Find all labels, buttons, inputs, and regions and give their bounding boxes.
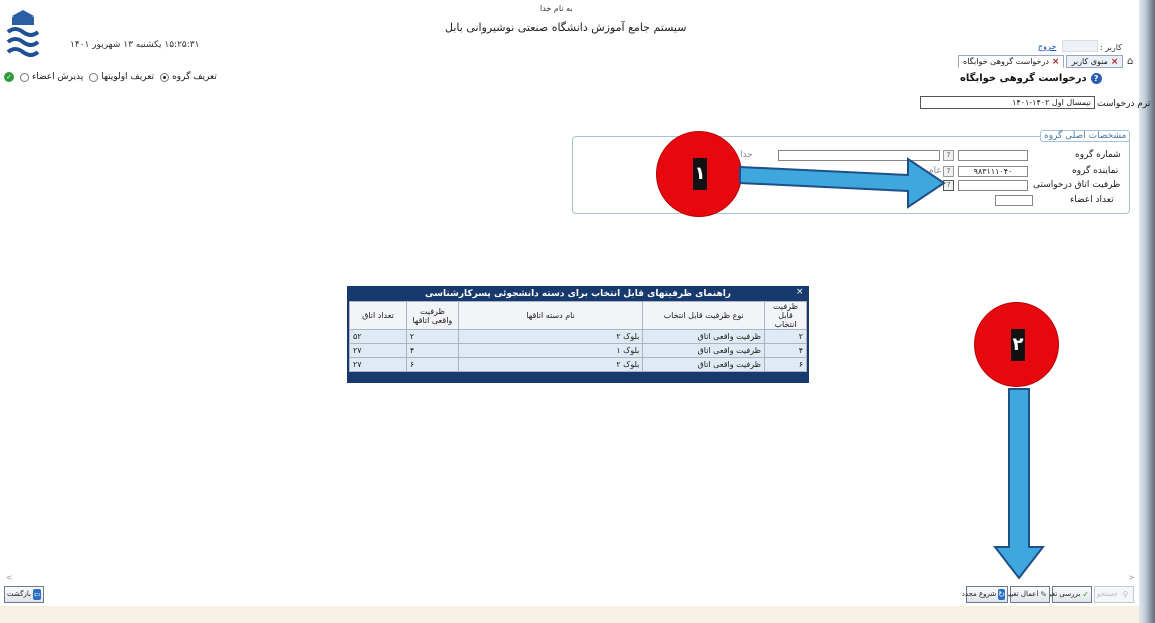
group-number-label: شماره گروه [1075,150,1121,160]
check-icon: ✓ [4,72,14,82]
status-bar [0,606,1139,623]
scroll-right-icon[interactable]: > [1128,573,1135,582]
datetime-text: ۱۵:۲۵:۳۱ یکشنبه ۱۳ شهریور ۱۴۰۱ [70,40,200,50]
table-cell: بلوک ۲ [457,329,644,344]
radio-icon[interactable] [20,72,29,82]
tab-dorm-group-request[interactable]: × درخواست گروهی خوابگاه [958,55,1065,68]
search-label: جستجو [1097,590,1118,598]
term-label: ترم درخواست [1097,99,1151,109]
radio-icon[interactable] [89,72,99,82]
search-button[interactable]: ⚲ جستجو [1094,586,1134,603]
step-label: تعریف اولویتها [101,72,155,82]
table-cell: ظرفیت واقعی اتاق [642,357,766,372]
step-define-group[interactable]: تعریف گروه [160,72,217,82]
step-label: تعریف گروه [172,72,217,82]
table-row[interactable]: ۲ ظرفیت واقعی اتاق بلوک ۲ ۲ ۵۲ [349,329,807,344]
tab-label: درخواست گروهی خوابگاه [963,57,1049,66]
column-header: نوع ظرفیت قابل انتخاب [642,301,766,330]
representative-input[interactable]: ۹۸۳۱۱۱۰۴۰ [958,166,1028,177]
arrow-right-icon [739,157,946,209]
pencil-icon: ✎ [1040,590,1047,599]
university-logo [6,10,40,57]
table-cell: ۲ [405,329,459,344]
table-cell: بلوک ۲ [457,357,644,372]
table-cell: ۲۷ [349,357,407,372]
table-cell: ۲۷ [349,343,407,358]
help-icon[interactable]: ? [1090,73,1102,84]
step-label: پذیرش اعضاء [32,72,84,82]
table-row[interactable]: ۶ ظرفیت واقعی اتاق بلوک ۲ ۶ ۲۷ [349,357,807,372]
marker-number: ۱ [693,158,707,190]
page-header: ? درخواست گروهی خوابگاه [960,73,1102,84]
column-header: ظرفیت واقعی اتاقها [405,301,459,330]
binoculars-icon: ⚲ [1122,590,1129,599]
wizard-steps: تعریف گروه تعریف اولویتها پذیرش اعضاء ✓ [4,72,217,82]
table-cell: ۶ [764,357,807,372]
capacity-label: ظرفیت اتاق درخواستی [1033,180,1121,190]
table-cell: ۴ [764,343,807,358]
tab-bar: × منوی کاربر × درخواست گروهی خوابگاه [958,55,1124,69]
table-cell: ظرفیت واقعی اتاق [642,343,766,358]
apply-changes-button[interactable]: ✎ اعمال تغییرات [997,586,1050,603]
system-title: سیستم جامع آموزش دانشگاه صنعتی نوشیروانی… [445,21,687,34]
restart-label: شروع مجدد [961,590,997,598]
user-name-box [1062,40,1098,52]
capacity-table: ظرفیت قابل انتخاب نوع ظرفیت قابل انتخاب … [349,301,807,372]
page-title: درخواست گروهی خوابگاه [960,73,1087,84]
table-cell: ۴ [405,343,459,358]
step-accept-members[interactable]: پذیرش اعضاء [20,72,83,82]
capacity-guide-popup: راهنمای ظرفیتهای قابل انتخاب برای دسته د… [347,286,809,383]
members-input[interactable] [995,195,1033,206]
restart-button[interactable]: ↻ شروع مجدد [962,586,1008,603]
arrow-down-icon [993,388,1045,580]
tab-user-menu[interactable]: × منوی کاربر [1066,55,1124,68]
group-number-input[interactable] [958,150,1028,161]
close-icon[interactable]: × [796,287,804,297]
refresh-icon: ↻ [998,589,1005,600]
table-cell: ۵۲ [349,329,407,344]
radio-selected-icon[interactable] [160,72,170,82]
column-header: تعداد اتاق [349,301,407,330]
representative-label: نماینده گروه [1072,166,1119,176]
table-cell: ۶ [405,357,459,372]
back-label: بازگشت [7,590,31,598]
column-header: ظرفیت قابل انتخاب [764,301,807,330]
back-icon: ⇦ [32,589,41,600]
table-cell: بلوک ۱ [457,343,644,358]
back-button[interactable]: ⇦ بازگشت [4,586,44,603]
review-changes-button[interactable]: ✓ بررسی تغییرات [1035,586,1092,603]
logout-link[interactable]: خروج [1038,42,1056,51]
step-define-priorities[interactable]: تعریف اولویتها [89,72,154,82]
marker-number: ۲ [1011,329,1025,361]
table-row[interactable]: ۴ ظرفیت واقعی اتاق بلوک ۱ ۴ ۲۷ [349,343,807,358]
column-header: نام دسته اتاقها [457,301,644,330]
members-label: تعداد اعضاء [1070,195,1114,205]
annotation-marker-two: ۲ [974,302,1059,387]
scroll-left-icon[interactable]: < [6,573,13,582]
desktop-edge [1139,0,1155,623]
close-icon[interactable]: × [1052,57,1060,67]
group-legend: مشخصات اصلی گروه [1040,130,1131,142]
home-icon[interactable]: ⌂ [1127,56,1137,67]
table-cell: ۲ [764,329,807,344]
basmala-text: به نام خدا [540,4,573,13]
tab-label: منوی کاربر [1071,57,1108,66]
annotation-marker-one: ۱ [656,131,742,217]
term-field[interactable]: نیمسال اول ۱۴۰۲-۱۴۰۱ [920,96,1095,109]
user-label: کاربر : [1100,43,1122,52]
table-cell: ظرفیت واقعی اتاق [642,329,766,344]
capacity-input[interactable] [958,180,1028,191]
popup-title: راهنمای ظرفیتهای قابل انتخاب برای دسته د… [425,289,731,299]
close-icon[interactable]: × [1111,57,1119,67]
check-icon: ✓ [1082,590,1089,599]
